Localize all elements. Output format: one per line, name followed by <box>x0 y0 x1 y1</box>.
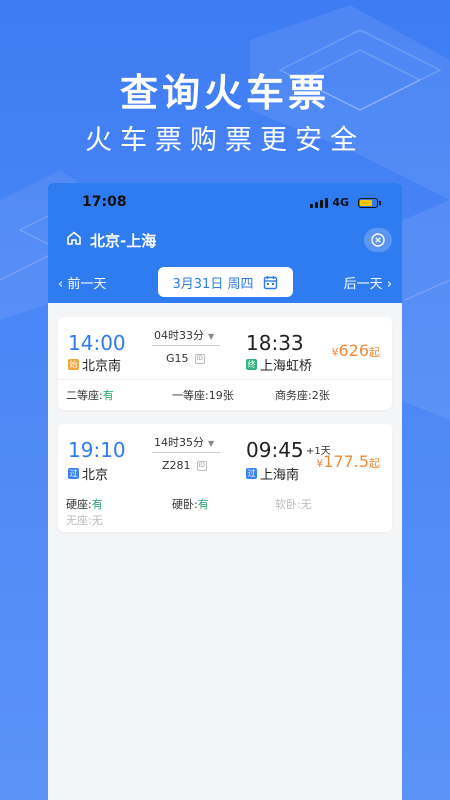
train-card[interactable]: 19:10 过 北京 14时35分 ▼ Z281 ID 09:45 +1天 过 上… <box>58 424 392 532</box>
train-number: Z281 ID <box>162 459 207 472</box>
promo-headline: 查询火车票 <box>119 71 330 115</box>
price-suffix: 起 <box>369 457 380 470</box>
seat-label: 硬座: <box>66 498 92 511</box>
status-bar: 17:08 4G <box>48 193 402 215</box>
depart-station-name: 北京南 <box>82 359 122 374</box>
route-title: 北京-上海 <box>90 232 157 250</box>
pass-badge: 过 <box>246 468 257 479</box>
seat-info: 二等座:有 <box>66 387 114 403</box>
depart-station: 始 北京南 <box>68 355 121 374</box>
phone-header: 17:08 4G 北京-上海 ‹ 前一天 3月31日 周四 后一天 › <box>48 183 402 303</box>
network-label: 4G <box>332 196 349 209</box>
price-value: 177.5 <box>323 452 369 471</box>
seat-label: 无座: <box>66 514 92 527</box>
next-day-button[interactable]: 后一天 › <box>344 273 392 292</box>
date-picker[interactable]: 3月31日 周四 <box>158 267 293 297</box>
seat-info: 软卧:无 <box>275 496 312 512</box>
date-label: 3月31日 周四 <box>172 276 254 292</box>
duration-text: 14时35分 <box>154 436 204 449</box>
caret-down-icon: ▼ <box>208 439 215 448</box>
arrive-station: 过 上海南 <box>246 464 299 483</box>
depart-time: 14:00 <box>68 331 126 355</box>
duration: 14时35分 ▼ <box>154 434 214 450</box>
duration-text: 04时33分 <box>154 329 204 342</box>
seat-label: 软卧: <box>275 498 301 511</box>
train-number: G15 ID <box>166 352 205 365</box>
id-icon: ID <box>194 353 205 364</box>
depart-station: 过 北京 <box>68 464 108 483</box>
price: ¥177.5起 <box>316 452 380 471</box>
chevron-left-icon: ‹ <box>58 277 68 292</box>
close-button[interactable] <box>364 228 392 252</box>
divider <box>58 379 392 380</box>
pass-badge: 过 <box>68 468 79 479</box>
route-bar: 北京-上海 <box>48 225 402 255</box>
battery-icon <box>358 198 381 208</box>
seat-value: 有 <box>197 498 209 511</box>
seat-label: 一等座: <box>172 389 209 402</box>
seat-info: 商务座:2张 <box>275 387 330 403</box>
seat-info: 硬卧:有 <box>172 496 209 512</box>
arrive-time: 09:45 <box>246 438 304 462</box>
depart-station-name: 北京 <box>82 468 109 483</box>
seat-label: 二等座: <box>66 389 103 402</box>
close-icon <box>371 233 385 247</box>
seat-value: 无 <box>91 514 103 527</box>
status-time: 17:08 <box>82 194 127 210</box>
start-badge: 始 <box>68 359 79 370</box>
price-value: 626 <box>338 341 369 360</box>
seat-value: 无 <box>300 498 312 511</box>
signal-icon <box>310 198 328 208</box>
price-suffix: 起 <box>369 346 380 359</box>
duration-line <box>152 345 220 346</box>
seat-value: 19张 <box>208 389 234 402</box>
arrive-time: 18:33 <box>246 331 304 355</box>
home-icon[interactable] <box>66 230 82 246</box>
seat-value: 2张 <box>311 389 330 402</box>
seat-value: 有 <box>102 389 114 402</box>
arrive-station: 终 上海虹桥 <box>246 355 312 374</box>
train-number-text: Z281 <box>162 459 191 472</box>
prev-day-button[interactable]: ‹ 前一天 <box>58 273 106 292</box>
end-badge: 终 <box>246 359 257 370</box>
arrive-station-name: 上海虹桥 <box>260 359 313 374</box>
seat-info: 无座:无 <box>66 512 103 528</box>
calendar-icon <box>264 275 278 289</box>
price: ¥626起 <box>331 341 380 360</box>
next-day-label: 后一天 <box>343 277 383 292</box>
seat-value: 有 <box>91 498 103 511</box>
seat-info: 一等座:19张 <box>172 387 234 403</box>
chevron-right-icon: › <box>382 277 392 292</box>
seat-label: 硬卧: <box>172 498 198 511</box>
promo-subline: 火车票购票更安全 <box>85 125 365 156</box>
id-icon: ID <box>196 460 207 471</box>
duration: 04时33分 ▼ <box>154 327 214 343</box>
seat-label: 商务座: <box>275 389 312 402</box>
phone-screen: 17:08 4G 北京-上海 ‹ 前一天 3月31日 周四 后一天 › 14:0… <box>48 183 402 800</box>
date-navigation: ‹ 前一天 3月31日 周四 后一天 › <box>48 267 402 297</box>
depart-time: 19:10 <box>68 438 126 462</box>
caret-down-icon: ▼ <box>208 332 215 341</box>
seat-info: 硬座:有 <box>66 496 103 512</box>
prev-day-label: 前一天 <box>67 277 107 292</box>
train-number-text: G15 <box>166 352 189 365</box>
duration-line <box>152 452 220 453</box>
train-card[interactable]: 14:00 始 北京南 04时33分 ▼ G15 ID 18:33 终 上海虹桥 … <box>58 317 392 410</box>
arrive-station-name: 上海南 <box>260 468 300 483</box>
